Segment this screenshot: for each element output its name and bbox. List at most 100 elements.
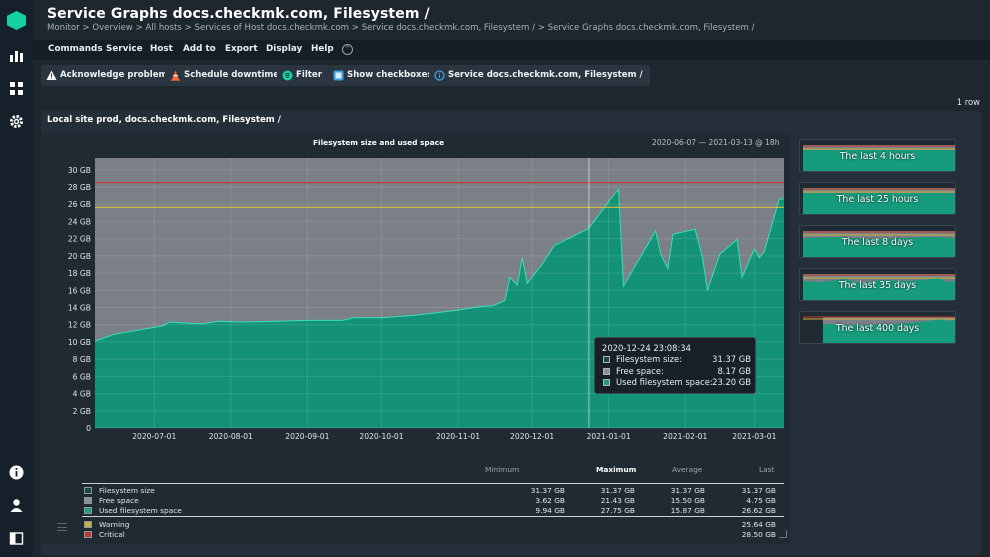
thumbnail-label: The last 400 days — [835, 323, 920, 334]
thumbnail-4-hours[interactable]: The last 4 hours — [799, 139, 956, 172]
y-tick-label: 16 GB — [68, 286, 91, 295]
setup-icon[interactable] — [8, 80, 25, 97]
tooltip-value: 31.37 GB — [712, 354, 751, 364]
legend-threshold-value: 28.50 GB — [741, 530, 776, 539]
service-info-icon — [434, 70, 445, 81]
menu-help[interactable]: Help — [311, 44, 334, 54]
thumbnail-label: The last 8 days — [841, 237, 914, 248]
menu-host[interactable]: Host — [150, 44, 173, 54]
filter-label: Filter — [296, 70, 322, 80]
thumbnail-35-days[interactable]: The last 35 days — [799, 268, 956, 301]
y-tick-label: 8 GB — [73, 355, 91, 364]
acknowledge-label: Acknowledge problems — [60, 70, 173, 80]
thumbnail-label: The last 35 days — [838, 280, 917, 291]
sidebar-toggle-icon[interactable] — [8, 530, 25, 547]
x-tick-label: 2020-09-01 — [285, 432, 329, 441]
y-tick-label: 12 GB — [68, 321, 91, 330]
legend-min: 9.94 GB — [535, 506, 565, 515]
menu-commands[interactable]: Commands — [48, 44, 103, 54]
legend-avg: 15.87 GB — [670, 506, 705, 515]
thumbnail-400-days[interactable]: The last 400 days — [799, 311, 956, 344]
warning-icon — [46, 70, 57, 80]
thumbnail-8-days[interactable]: The last 8 days — [799, 225, 956, 258]
service-label: Service docs.checkmk.com, Filesystem / — [448, 70, 643, 80]
sidebar — [0, 0, 33, 557]
info-icon[interactable] — [8, 464, 25, 481]
legend-min: 31.37 GB — [530, 486, 565, 495]
main-graph[interactable]: 0 2 GB 4 GB 6 GB 8 GB 10 GB 12 GB 14 GB 16 GB 18 … — [42, 150, 790, 450]
thumbnail-label: The last 25 hours — [836, 194, 919, 205]
y-tick-label: 0 — [86, 424, 91, 433]
page-title: Service Graphs docs.checkmk.com, Filesys… — [47, 6, 430, 22]
action-toolbar: Acknowledge problems Schedule downtimes … — [33, 60, 990, 91]
service-link-button[interactable]: Service docs.checkmk.com, Filesystem / — [429, 65, 650, 86]
row-count: 1 row — [956, 97, 980, 107]
checkboxes-label: Show checkboxes — [347, 70, 433, 80]
y-tick-label: 2 GB — [73, 407, 91, 416]
tooltip-swatch — [603, 368, 610, 375]
x-tick-label: 2021-03-01 — [732, 432, 776, 441]
legend-row-filesystem-size[interactable]: Filesystem size 31.37 GB 31.37 GB 31.37 … — [82, 486, 782, 496]
chevron-up-icon[interactable]: ^ — [342, 44, 353, 55]
downtime-label: Schedule downtimes — [184, 70, 285, 80]
gear-icon[interactable] — [8, 113, 25, 130]
legend-header-max: Maximum — [596, 465, 637, 474]
tooltip-row-used: Used filesystem space: 23.20 GB — [603, 377, 751, 388]
x-tick-label: 2020-07-01 — [132, 432, 176, 441]
legend-label: Filesystem size — [99, 486, 155, 495]
breadcrumb[interactable]: Monitor > Overview > All hosts > Service… — [47, 23, 755, 33]
menu-bar: Commands Service Host Add to Export Disp… — [33, 40, 990, 60]
x-tick-label: 2021-02-01 — [663, 432, 707, 441]
tooltip-row-size: Filesystem size: 31.37 GB — [603, 354, 751, 365]
legend-header-last: Last — [759, 465, 775, 474]
x-tick-label: 2020-10-01 — [359, 432, 403, 441]
y-tick-label: 22 GB — [68, 235, 91, 244]
y-tick-label: 14 GB — [68, 304, 91, 313]
x-tick-label: 2020-08-01 — [209, 432, 253, 441]
legend-row-warning: Warning 25.64 GB — [82, 520, 782, 530]
menu-service[interactable]: Service — [106, 44, 143, 54]
legend-divider — [82, 483, 784, 484]
thumbnail-label: The last 4 hours — [839, 151, 916, 162]
tooltip-swatch — [603, 379, 610, 386]
tooltip-value: 23.20 GB — [712, 377, 751, 387]
schedule-downtime-button[interactable]: Schedule downtimes — [165, 65, 292, 86]
legend-swatch — [84, 497, 92, 504]
monitor-icon[interactable] — [8, 47, 25, 64]
legend-row-free-space[interactable]: Free space 3.62 GB 21.43 GB 15.50 GB 4.7… — [82, 496, 782, 506]
legend-max: 31.37 GB — [600, 486, 635, 495]
y-tick-label: 6 GB — [73, 372, 91, 381]
thumbnail-25-hours[interactable]: The last 25 hours — [799, 182, 956, 215]
x-tick-label: 2020-11-01 — [436, 432, 480, 441]
legend-avg: 15.50 GB — [670, 496, 705, 505]
checkmk-logo[interactable] — [7, 11, 26, 30]
acknowledge-button[interactable]: Acknowledge problems — [41, 65, 180, 86]
show-checkboxes-button[interactable]: Show checkboxes — [328, 65, 440, 86]
legend-avg: 31.37 GB — [670, 486, 705, 495]
x-tick-label: 2020-12-01 — [510, 432, 554, 441]
y-tick-label: 20 GB — [68, 252, 91, 261]
tooltip-label: Used filesystem space: — [616, 377, 713, 387]
legend-label: Critical — [99, 530, 125, 539]
legend-last: 31.37 GB — [741, 486, 776, 495]
graph-time-range: 2020-06-07 — 2021-03-13 @ 18h — [652, 138, 780, 147]
legend-row-used-space[interactable]: Used filesystem space 9.94 GB 27.75 GB 1… — [82, 506, 782, 516]
legend-header-min: Minimum — [485, 465, 520, 474]
legend-swatch — [84, 521, 92, 528]
user-icon[interactable] — [8, 497, 25, 514]
y-tick-label: 18 GB — [68, 269, 91, 278]
page-header: Service Graphs docs.checkmk.com, Filesys… — [33, 0, 990, 40]
y-tick-label: 24 GB — [68, 217, 91, 226]
filter-button[interactable]: Filter — [277, 65, 329, 86]
drag-handle-icon[interactable] — [57, 523, 67, 531]
legend-last: 4.75 GB — [746, 496, 776, 505]
y-tick-label: 26 GB — [68, 200, 91, 209]
menu-add-to[interactable]: Add to — [183, 44, 216, 54]
y-tick-label: 30 GB — [68, 166, 91, 175]
legend-threshold-value: 25.64 GB — [741, 520, 776, 529]
tooltip-value: 8.17 GB — [717, 366, 751, 376]
resize-grip-icon[interactable] — [779, 530, 787, 538]
menu-export[interactable]: Export — [225, 44, 258, 54]
legend-label: Used filesystem space — [99, 506, 182, 515]
menu-display[interactable]: Display — [266, 44, 302, 54]
